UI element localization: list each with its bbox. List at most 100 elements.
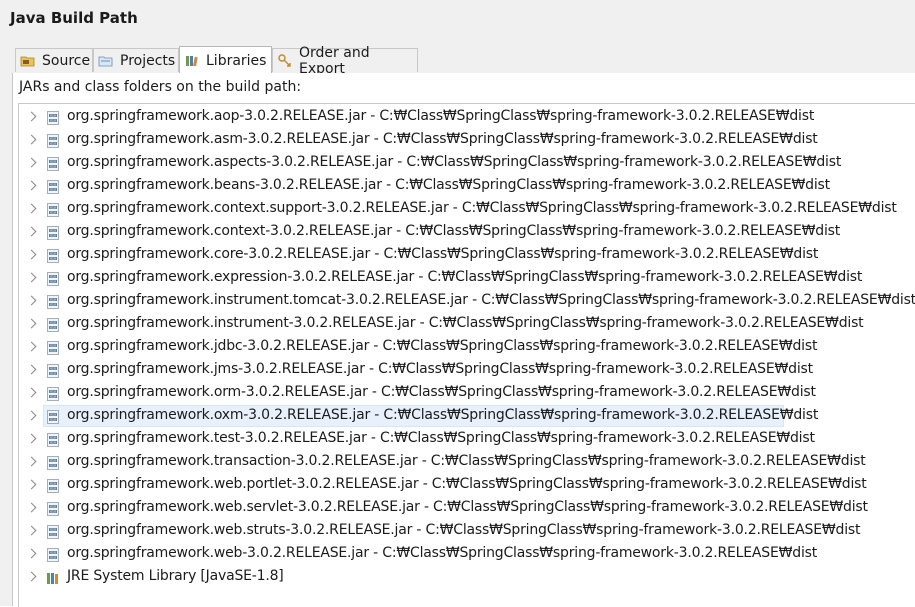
tab-bar: Source Projects Libraries Order and Expo… — [12, 45, 915, 77]
chevron-right-icon[interactable] — [26, 456, 37, 467]
tab-libraries[interactable]: Libraries — [179, 46, 272, 74]
chevron-right-icon[interactable] — [26, 479, 37, 490]
jar-icon: 010 010 — [46, 409, 60, 424]
chevron-right-icon[interactable] — [26, 226, 37, 237]
svg-text:010: 010 — [50, 142, 56, 146]
svg-text:010: 010 — [50, 344, 56, 348]
libraries-subtitle: JARs and class folders on the build path… — [19, 79, 302, 95]
svg-text:010: 010 — [50, 298, 56, 302]
svg-text:010: 010 — [50, 160, 56, 164]
library-item[interactable]: 010 010 org.springframework.aspects-3.0.2.… — [19, 152, 915, 175]
libraries-panel: JARs and class folders on the build path… — [12, 73, 915, 607]
library-item[interactable]: 010 010 org.springframework.web-3.0.2.RELE… — [19, 543, 915, 566]
tab-source[interactable]: Source — [15, 48, 93, 72]
library-item[interactable]: 010 010 org.springframework.expression-3.0… — [19, 267, 915, 290]
svg-text:010: 010 — [50, 487, 56, 491]
svg-text:010: 010 — [50, 413, 56, 417]
library-item[interactable]: 010 010 org.springframework.jms-3.0.2.RELE… — [19, 359, 915, 382]
jre-library-item[interactable]: JRE System Library [JavaSE-1.8] — [19, 566, 915, 589]
library-item-label: org.springframework.web-3.0.2.RELEASE.ja… — [67, 545, 818, 561]
library-item[interactable]: 010 010 org.springframework.core-3.0.2.REL… — [19, 244, 915, 267]
chevron-right-icon[interactable] — [26, 318, 37, 329]
chevron-right-icon[interactable] — [26, 571, 37, 582]
chevron-right-icon[interactable] — [26, 364, 37, 375]
jar-icon: 010 010 — [46, 501, 60, 516]
chevron-right-icon[interactable] — [26, 249, 37, 260]
jar-icon: 010 010 — [46, 340, 60, 355]
jar-icon: 010 010 — [46, 248, 60, 263]
jar-icon: 010 010 — [46, 179, 60, 194]
library-item[interactable]: 010 010 org.springframework.context.suppor… — [19, 198, 915, 221]
svg-text:010: 010 — [50, 349, 56, 353]
chevron-right-icon[interactable] — [26, 203, 37, 214]
svg-text:010: 010 — [50, 510, 56, 514]
svg-text:010: 010 — [50, 119, 56, 123]
library-item[interactable]: 010 010 org.springframework.aop-3.0.2.RELE… — [19, 106, 915, 129]
svg-text:010: 010 — [50, 459, 56, 463]
library-item[interactable]: 010 010 org.springframework.context-3.0.2.… — [19, 221, 915, 244]
chevron-right-icon[interactable] — [26, 410, 37, 421]
chevron-right-icon[interactable] — [26, 134, 37, 145]
svg-text:010: 010 — [50, 303, 56, 307]
svg-text:010: 010 — [50, 183, 56, 187]
chevron-right-icon[interactable] — [26, 525, 37, 536]
svg-text:010: 010 — [50, 464, 56, 468]
chevron-right-icon[interactable] — [26, 387, 37, 398]
library-item[interactable]: 010 010 org.springframework.jdbc-3.0.2.REL… — [19, 336, 915, 359]
library-item[interactable]: 010 010 org.springframework.test-3.0.2.REL… — [19, 428, 915, 451]
tab-projects-label: Projects — [120, 52, 176, 69]
chevron-right-icon[interactable] — [26, 295, 37, 306]
svg-text:010: 010 — [50, 137, 56, 141]
library-tree[interactable]: 010 010 org.springframework.aop-3.0.2.RELE… — [18, 103, 915, 607]
tab-projects[interactable]: Projects — [93, 48, 179, 72]
library-item-label: org.springframework.web.portlet-3.0.2.RE… — [67, 476, 867, 492]
chevron-right-icon[interactable] — [26, 272, 37, 283]
svg-text:010: 010 — [50, 372, 56, 376]
library-item-label: org.springframework.instrument-3.0.2.REL… — [67, 315, 864, 331]
library-item[interactable]: 010 010 org.springframework.beans-3.0.2.RE… — [19, 175, 915, 198]
library-item-label: org.springframework.web.struts-3.0.2.REL… — [67, 522, 861, 538]
jar-icon: 010 010 — [46, 432, 60, 447]
chevron-right-icon[interactable] — [26, 157, 37, 168]
svg-text:010: 010 — [50, 280, 56, 284]
svg-text:010: 010 — [50, 257, 56, 261]
library-item-label: org.springframework.beans-3.0.2.RELEASE.… — [67, 177, 830, 193]
svg-text:010: 010 — [50, 234, 56, 238]
library-item[interactable]: 010 010 org.springframework.asm-3.0.2.RELE… — [19, 129, 915, 152]
chevron-right-icon[interactable] — [26, 433, 37, 444]
jar-icon: 010 010 — [46, 386, 60, 401]
jar-icon: 010 010 — [46, 110, 60, 125]
chevron-right-icon[interactable] — [26, 548, 37, 559]
order-export-icon — [277, 53, 293, 69]
jre-library-label: JRE System Library [JavaSE-1.8] — [67, 568, 284, 584]
svg-text:010: 010 — [50, 418, 56, 422]
svg-text:010: 010 — [50, 252, 56, 256]
svg-text:010: 010 — [50, 326, 56, 330]
tab-source-label: Source — [42, 52, 91, 69]
library-item[interactable]: 010 010 org.springframework.web.portlet-3.… — [19, 474, 915, 497]
chevron-right-icon[interactable] — [26, 111, 37, 122]
library-item[interactable]: 010 010 org.springframework.transaction-3.… — [19, 451, 915, 474]
dialog-header: Java Build Path — [0, 0, 915, 40]
tab-order-export[interactable]: Order and Export — [272, 45, 418, 77]
library-item[interactable]: 010 010 org.springframework.instrument-3.0… — [19, 313, 915, 336]
chevron-right-icon[interactable] — [26, 180, 37, 191]
chevron-right-icon[interactable] — [26, 502, 37, 513]
library-item[interactable]: 010 010 org.springframework.instrument.tom… — [19, 290, 915, 313]
library-item-label: org.springframework.jdbc-3.0.2.RELEASE.j… — [67, 338, 818, 354]
jar-icon: 010 010 — [46, 225, 60, 240]
library-item[interactable]: 010 010 org.springframework.orm-3.0.2.RELE… — [19, 382, 915, 405]
jar-icon: 010 010 — [46, 317, 60, 332]
chevron-right-icon[interactable] — [26, 341, 37, 352]
library-item[interactable]: 010 010 org.springframework.oxm-3.0.2.RELE… — [19, 405, 915, 428]
library-item[interactable]: 010 010 org.springframework.web.struts-3.0… — [19, 520, 915, 543]
library-item-label: org.springframework.instrument.tomcat-3.… — [67, 292, 915, 308]
svg-text:010: 010 — [50, 533, 56, 537]
svg-text:010: 010 — [50, 441, 56, 445]
jar-icon: 010 010 — [46, 271, 60, 286]
svg-text:010: 010 — [50, 229, 56, 233]
library-item[interactable]: 010 010 org.springframework.web.servlet-3.… — [19, 497, 915, 520]
svg-text:010: 010 — [50, 321, 56, 325]
library-item-label: org.springframework.oxm-3.0.2.RELEASE.ja… — [67, 407, 819, 423]
jar-icon: 010 010 — [46, 202, 60, 217]
